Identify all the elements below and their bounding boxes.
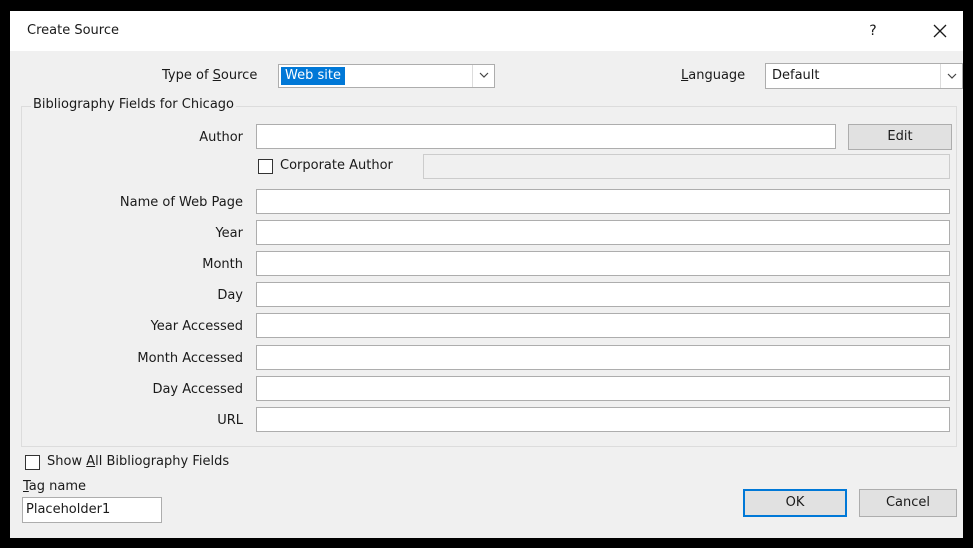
language-select[interactable]: Default: [765, 63, 963, 89]
ok-button[interactable]: OK: [743, 489, 847, 517]
type-of-source-label: Type of Source: [162, 68, 258, 83]
tag-name-value: Placeholder1: [26, 502, 111, 517]
year-input[interactable]: [256, 220, 950, 245]
cancel-button-label: Cancel: [885, 495, 931, 510]
show-all-fields-label: Show All Bibliography Fields: [47, 454, 230, 469]
field-label-month: Month: [202, 257, 243, 272]
month-input[interactable]: [256, 251, 950, 276]
day-input[interactable]: [256, 282, 950, 307]
month-accessed-input[interactable]: [256, 345, 950, 370]
corporate-author-label: Corporate Author: [280, 158, 393, 173]
type-of-source-select[interactable]: Web site: [278, 64, 495, 88]
tag-name-input[interactable]: Placeholder1: [22, 497, 162, 523]
close-icon: [933, 24, 947, 38]
corporate-author-checkbox[interactable]: [258, 159, 273, 174]
field-label-day: Day: [217, 288, 243, 303]
field-label-day-accessed: Day Accessed: [152, 382, 243, 397]
field-label-name-of-web-page: Name of Web Page: [119, 195, 243, 210]
language-label: Language: [681, 68, 746, 83]
help-button[interactable]: ?: [859, 18, 887, 44]
dialog-title: Create Source: [27, 23, 119, 38]
chevron-down-icon: [479, 72, 488, 78]
field-label-year: Year: [215, 226, 243, 241]
day-accessed-input[interactable]: [256, 376, 950, 401]
author-input[interactable]: [256, 124, 836, 149]
ok-button-label: OK: [785, 495, 805, 510]
corporate-author-input: [423, 154, 950, 179]
cancel-button[interactable]: Cancel: [859, 489, 957, 517]
show-all-fields-checkbox[interactable]: [25, 455, 40, 470]
field-label-month-accessed: Month Accessed: [137, 351, 243, 366]
title-bar: Create Source ?: [10, 11, 963, 51]
edit-author-button[interactable]: Edit: [848, 124, 952, 150]
url-input[interactable]: [256, 407, 950, 432]
field-label-url: URL: [217, 413, 243, 428]
year-accessed-input[interactable]: [256, 313, 950, 338]
edit-author-button-label: Edit: [887, 129, 913, 144]
language-value: Default: [772, 68, 820, 83]
type-of-source-value: Web site: [281, 67, 345, 85]
author-label: Author: [199, 130, 243, 145]
close-button[interactable]: [925, 18, 955, 44]
language-dropdown-button[interactable]: [940, 64, 962, 88]
tag-name-label: Tag name: [23, 479, 87, 494]
name-of-web-page-input[interactable]: [256, 189, 950, 214]
bibliography-fields-legend: Bibliography Fields for Chicago: [31, 97, 237, 112]
type-of-source-dropdown-button[interactable]: [472, 65, 494, 87]
create-source-dialog: Create Source ? Type of Source Web site …: [10, 11, 963, 538]
help-icon: ?: [869, 23, 877, 39]
field-label-year-accessed: Year Accessed: [150, 319, 243, 334]
chevron-down-icon: [947, 73, 956, 79]
